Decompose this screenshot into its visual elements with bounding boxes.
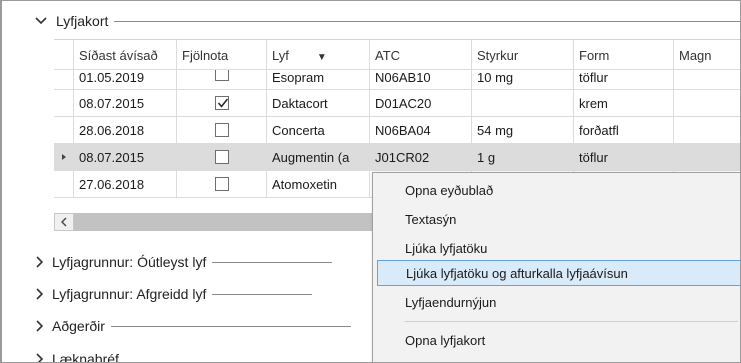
cell-date: 01.05.2019 [74,70,177,90]
cell-date: 28.06.2018 [74,117,177,144]
row-selector[interactable] [54,90,74,117]
chevron-right-icon [32,352,46,362]
cell-atc: J01CR02 [370,144,472,171]
table-row[interactable]: 08.07.2015 Daktacort D01AC20 krem [54,90,740,117]
menu-item-text-view[interactable]: Textasýn [377,206,740,232]
reusable-checkbox[interactable] [214,123,229,137]
grid-header-row: Síðast ávísað Fjölnota Lyf ▼ ATC Styrkur… [54,40,740,70]
section-divider [110,325,351,327]
section-divider [114,20,740,22]
menu-item-end-and-revoke[interactable]: Ljúka lyfjatöku og afturkalla lyfjaávísu… [377,260,740,286]
section-header-drug-card[interactable]: Lyfjakort [2,11,740,31]
cell-reusable[interactable] [177,117,267,144]
table-row-selected[interactable]: 08.07.2015 Augmentin (a J01CR02 1 g töfl… [54,144,740,171]
chevron-right-icon [32,319,46,333]
chevron-down-icon [34,14,48,28]
cell-reusable[interactable] [177,90,267,117]
chevron-left-icon [61,217,67,227]
column-header-form[interactable]: Form [574,40,674,70]
cell-strength: 54 mg [472,117,574,144]
table-row[interactable]: 28.06.2018 Concerta N06BA04 54 mg forðat… [54,117,740,144]
section-title: Læknabréf [52,351,119,363]
cell-form: töflur [574,70,674,90]
cell-amount [674,90,740,117]
cell-reusable[interactable] [177,171,267,198]
cell-strength [472,90,574,117]
menu-item-open-drug-card[interactable]: Opna lyfjakort [377,327,740,353]
checkmark-icon [217,98,228,108]
section-title: Lyfjagrunnur: Óútleyst lyf [52,254,207,270]
column-header-last-prescribed[interactable]: Síðast ávísað [74,40,177,70]
section-title: Lyfjagrunnur: Afgreidd lyf [52,286,207,302]
column-header-atc[interactable]: ATC [370,40,472,70]
reusable-checkbox[interactable] [214,150,229,164]
section-header-dispensed[interactable]: Lyfjagrunnur: Afgreidd lyf [2,284,313,304]
cell-atc: N06BA04 [370,117,472,144]
section-header-actions[interactable]: Aðgerðir [2,316,351,336]
cell-date: 08.07.2015 [74,144,177,171]
column-header-reusable[interactable]: Fjölnota [177,40,267,70]
cell-amount [674,117,740,144]
menu-separator [405,321,738,322]
section-header-not-dispensed[interactable]: Lyfjagrunnur: Óútleyst lyf [2,252,333,272]
section-header-letters[interactable]: Læknabréf [2,349,119,363]
drug-card-panel: Lyfjakort Síðast ávísað Fjölnota Lyf ▼ A… [0,0,741,363]
menu-item-renewal[interactable]: Lyfjaendurnýjun [377,289,740,315]
cell-drug: Daktacort [267,90,370,117]
cell-form: forðatfl [574,117,674,144]
reusable-checkbox[interactable] [214,70,229,81]
scroll-left-button[interactable] [54,213,74,231]
column-header-amount[interactable]: Magn [674,40,740,70]
cell-drug: Concerta [267,117,370,144]
cell-date: 08.07.2015 [74,90,177,117]
menu-item-open-form[interactable]: Opna eyðublað [377,177,740,203]
chevron-right-icon [32,255,46,269]
section-divider [212,293,313,295]
cell-strength: 1 g [472,144,574,171]
row-selector-header [54,40,74,70]
context-menu: Opna eyðublað Textasýn Ljúka lyfjatöku L… [372,172,740,362]
row-pointer-icon [61,154,66,160]
cell-form: krem [574,90,674,117]
section-divider [212,261,333,263]
cell-atc: N06AB10 [370,70,472,90]
cell-atc: D01AC20 [370,90,472,117]
column-header-drug-label: Lyf [272,48,289,63]
cell-drug: Esopram [267,70,370,90]
section-title: Lyfjakort [56,13,109,29]
cell-reusable[interactable] [177,144,267,171]
reusable-checkbox-checked[interactable] [214,96,229,110]
row-selector-current[interactable] [54,144,74,171]
column-header-strength[interactable]: Styrkur [472,40,574,70]
menu-item-end-medication[interactable]: Ljúka lyfjatöku [377,235,740,261]
cell-drug: Atomoxetin [267,171,370,198]
cell-amount [674,144,740,171]
section-title: Aðgerðir [52,318,105,334]
row-selector[interactable] [54,117,74,144]
cell-strength: 10 mg [472,70,574,90]
sort-down-icon: ▼ [316,52,327,63]
column-header-drug[interactable]: Lyf ▼ [267,40,370,70]
cell-date: 27.06.2018 [74,171,177,198]
table-row[interactable]: 01.05.2019 Esopram N06AB10 10 mg töflur [54,70,740,90]
cell-reusable[interactable] [177,70,267,90]
row-selector[interactable] [54,70,74,90]
cell-form: töflur [574,144,674,171]
chevron-right-icon [32,287,46,301]
row-selector[interactable] [54,171,74,198]
cell-drug: Augmentin (a [267,144,370,171]
reusable-checkbox[interactable] [214,177,229,191]
cell-amount [674,70,740,90]
